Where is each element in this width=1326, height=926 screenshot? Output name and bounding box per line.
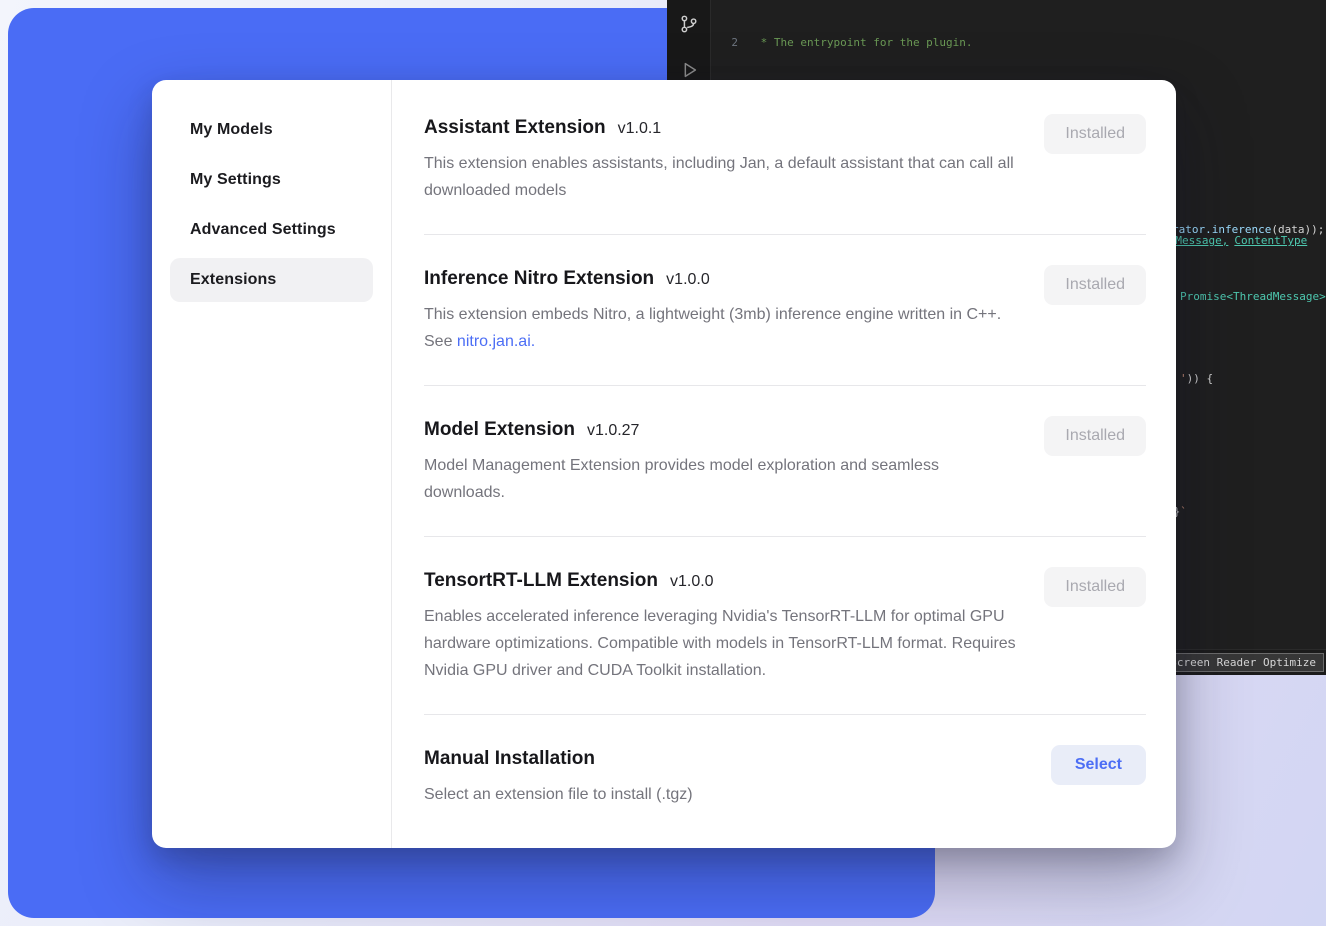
extensions-panel: Assistant Extension v1.0.1 This extensio…: [392, 80, 1176, 848]
code-line: 2 * The entrypoint for the plugin.: [712, 35, 1326, 52]
divider: [424, 385, 1146, 386]
extension-description: Enables accelerated inference leveraging…: [424, 603, 1024, 684]
divider: [424, 234, 1146, 235]
extension-title: Model Extension: [424, 416, 575, 444]
extension-info: Assistant Extension v1.0.1 This extensio…: [424, 114, 1024, 204]
extension-title: TensortRT-LLM Extension: [424, 567, 658, 595]
extension-info: Model Extension v1.0.27 Model Management…: [424, 416, 1024, 506]
code-fragment: Promise<ThreadMessage>: [1180, 289, 1326, 305]
manual-installation-row: Manual Installation Select an extension …: [424, 745, 1146, 808]
code-fragment: ')) {: [1180, 371, 1213, 387]
divider: [424, 536, 1146, 537]
installed-button[interactable]: Installed: [1044, 416, 1146, 456]
sidebar-item-my-models[interactable]: My Models: [170, 108, 373, 152]
sidebar-item-advanced-settings[interactable]: Advanced Settings: [170, 208, 373, 252]
extension-row-nitro: Inference Nitro Extension v1.0.0 This ex…: [424, 265, 1146, 355]
extension-info: TensortRT-LLM Extension v1.0.0 Enables a…: [424, 567, 1024, 684]
extension-version: v1.0.27: [587, 422, 639, 440]
settings-sidebar: My Models My Settings Advanced Settings …: [152, 80, 392, 848]
extension-info: Manual Installation Select an extension …: [424, 745, 693, 808]
extension-row-tensorrt: TensortRT-LLM Extension v1.0.0 Enables a…: [424, 567, 1146, 684]
select-file-button[interactable]: Select: [1051, 745, 1146, 785]
extension-description: This extension enables assistants, inclu…: [424, 150, 1024, 204]
manual-installation-description: Select an extension file to install (.tg…: [424, 781, 693, 808]
extension-info: Inference Nitro Extension v1.0.0 This ex…: [424, 265, 1024, 355]
code-fragment: rator.inference(data));: [1172, 222, 1324, 238]
installed-button[interactable]: Installed: [1044, 265, 1146, 305]
extension-row-assistant: Assistant Extension v1.0.1 This extensio…: [424, 114, 1146, 204]
extension-description: This extension embeds Nitro, a lightweig…: [424, 301, 1024, 355]
screen-reader-badge: Screen Reader Optimize: [1162, 653, 1324, 672]
extension-title: Assistant Extension: [424, 114, 606, 142]
sidebar-item-extensions[interactable]: Extensions: [170, 258, 373, 302]
extension-version: v1.0.1: [618, 120, 662, 138]
extension-version: v1.0.0: [666, 271, 710, 289]
nitro-link[interactable]: nitro.jan.ai.: [457, 333, 535, 350]
extension-row-model: Model Extension v1.0.27 Model Management…: [424, 416, 1146, 506]
source-control-icon: [678, 13, 700, 38]
page: 2 * The entrypoint for the plugin. 3 */ …: [0, 0, 1326, 926]
installed-button[interactable]: Installed: [1044, 114, 1146, 154]
extension-title: Inference Nitro Extension: [424, 265, 654, 293]
extension-description: Model Management Extension provides mode…: [424, 452, 1024, 506]
settings-modal: My Models My Settings Advanced Settings …: [152, 80, 1176, 848]
installed-button[interactable]: Installed: [1044, 567, 1146, 607]
line-number: 2: [712, 35, 738, 52]
divider: [424, 714, 1146, 715]
extension-version: v1.0.0: [670, 573, 714, 591]
sidebar-item-my-settings[interactable]: My Settings: [170, 158, 373, 202]
manual-installation-title: Manual Installation: [424, 745, 595, 773]
